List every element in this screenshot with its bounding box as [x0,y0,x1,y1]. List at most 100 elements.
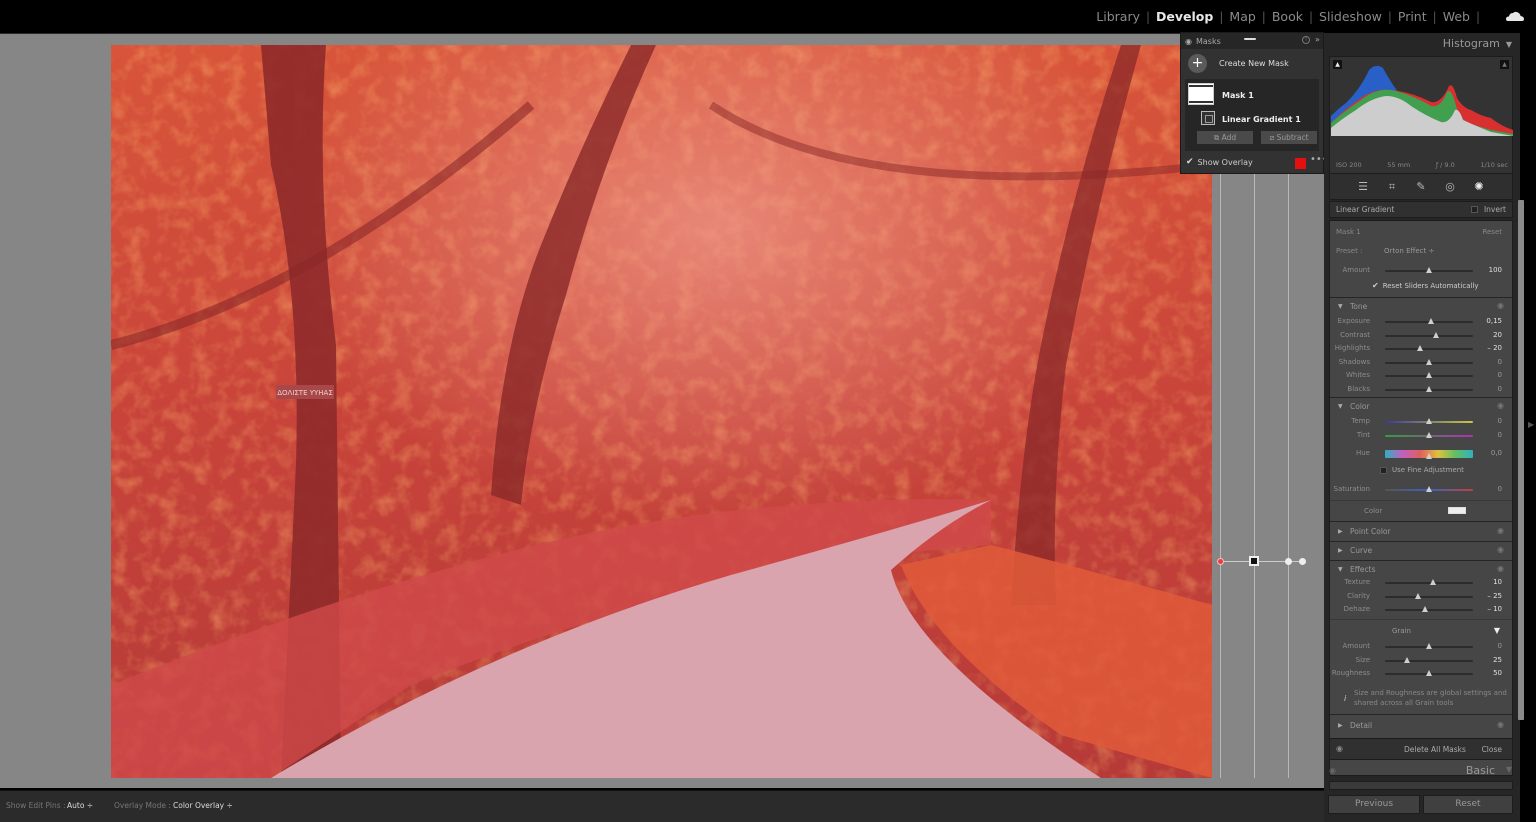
slider-value[interactable]: – 25 [1487,592,1502,600]
overlay-color-swatch[interactable] [1295,158,1306,169]
create-new-mask-button[interactable]: + Create New Mask [1181,49,1323,77]
crop-icon[interactable]: ⌗ [1386,180,1398,194]
module-library[interactable]: Library [1090,9,1146,24]
slider-value[interactable]: 0,0 [1491,449,1502,457]
expand-triangle-icon[interactable]: ▶ [1338,528,1343,535]
fine-adjustment-checkbox[interactable]: Use Fine Adjustment [1380,466,1464,474]
whites-slider[interactable]: Whites 0 [1330,369,1512,381]
eye-icon[interactable]: ◉ [1497,301,1504,310]
reset-sliders-checkbox[interactable]: ✔ Reset Sliders Automatically [1372,281,1479,290]
checkbox-checked-icon[interactable]: ✔ [1186,157,1194,167]
slider-thumb[interactable] [1415,592,1422,599]
detail-section-header[interactable]: ▶ Detail ◉ [1330,719,1512,733]
expand-triangle-icon[interactable]: ▼ [1338,566,1343,573]
hue-slider[interactable]: Hue 0,0 [1330,447,1512,459]
shadow-clipping-icon[interactable]: ▲ [1333,60,1342,69]
histogram-header[interactable]: Histogram ▼ [1443,37,1512,50]
red-eye-icon[interactable]: ◎ [1444,180,1456,193]
slider-value[interactable]: 50 [1493,669,1502,677]
mask-thumbnail[interactable] [1188,83,1214,105]
subtract-button[interactable]: ⧄ Subtract [1261,131,1317,144]
slider-thumb[interactable] [1421,606,1428,613]
slider-thumb[interactable] [1427,318,1434,324]
hue-spectrum[interactable] [1385,450,1473,459]
exposure-slider[interactable]: Exposure 0,15 [1330,315,1512,327]
slider-thumb[interactable] [1426,386,1432,392]
slider-value[interactable]: 100 [1489,266,1502,274]
contrast-slider[interactable]: Contrast 20 [1330,329,1512,341]
eye-icon[interactable]: ◉ [1497,720,1504,729]
expand-triangle-icon[interactable]: ▶ [1338,547,1343,554]
slider-thumb[interactable] [1417,345,1424,352]
slider-value[interactable]: 0 [1498,642,1502,650]
slider-thumb[interactable] [1433,331,1440,338]
reset-button[interactable]: Reset [1423,795,1513,814]
curve-section-header[interactable]: ▶ Curve ◉ [1330,544,1512,558]
slider-track[interactable] [1385,318,1473,324]
gradient-handle[interactable] [1285,558,1292,565]
checkbox-icon[interactable] [1470,206,1478,213]
masking-icon[interactable]: ✺ [1473,180,1485,193]
tone-section-header[interactable]: ▼ Tone ◉ [1330,300,1512,314]
highlights-slider[interactable]: Highlights – 20 [1330,342,1512,354]
slider-track[interactable] [1385,358,1473,365]
panel-toggle-arrow-icon[interactable]: ▶ [1528,420,1534,429]
temp-slider[interactable]: Temp 0 [1330,415,1512,427]
module-slideshow[interactable]: Slideshow [1313,9,1388,24]
slider-value[interactable]: – 10 [1487,605,1502,613]
slider-thumb[interactable] [1426,267,1432,273]
cloud-icon[interactable] [1506,11,1524,21]
amount-slider[interactable]: Amount 100 [1330,264,1512,276]
module-map[interactable]: Map [1223,9,1261,24]
slider-track[interactable] [1385,606,1473,613]
slider-thumb[interactable] [1430,579,1437,585]
module-book[interactable]: Book [1266,9,1309,24]
module-print[interactable]: Print [1392,9,1433,24]
slider-value[interactable]: 0 [1498,485,1502,493]
edit-sliders-icon[interactable]: ☰ [1357,180,1369,193]
slider-thumb[interactable] [1426,418,1432,424]
preset-dropdown[interactable]: Orton Effect ÷ [1384,247,1434,255]
slider-track[interactable] [1385,643,1473,649]
slider-value[interactable]: 20 [1493,331,1502,339]
collapse-triangle-icon[interactable]: ▼ [1506,40,1512,49]
slider-track[interactable] [1385,345,1473,352]
invert-toggle[interactable]: Invert [1470,205,1506,214]
slider-thumb[interactable] [1426,486,1432,492]
slider-thumb[interactable] [1426,372,1432,379]
eye-icon[interactable]: ◉ [1336,744,1343,753]
checkbox-icon[interactable] [1380,466,1387,474]
show-edit-pins-dropdown[interactable]: Auto ÷ [67,801,93,810]
dehaze-slider[interactable]: Dehaze – 10 [1330,603,1512,615]
slider-value[interactable]: 0 [1498,417,1502,425]
shadows-slider[interactable]: Shadows 0 [1330,356,1512,368]
slider-track[interactable] [1385,486,1473,492]
expand-triangle-icon[interactable]: ▶ [1338,722,1343,729]
slider-thumb[interactable] [1426,643,1432,649]
slider-value[interactable]: – 20 [1487,344,1502,352]
clarity-slider[interactable]: Clarity – 25 [1330,590,1512,602]
help-icon[interactable]: ! [1302,36,1310,44]
mask-component-name[interactable]: Linear Gradient 1 [1222,115,1301,124]
blacks-slider[interactable]: Blacks 0 [1330,383,1512,395]
slider-thumb[interactable] [1426,358,1432,365]
slider-track[interactable] [1385,432,1473,438]
slider-thumb[interactable] [1426,453,1432,459]
mask-name[interactable]: Mask 1 [1222,91,1254,100]
slider-value[interactable]: 0 [1498,431,1502,439]
slider-track[interactable] [1385,418,1473,424]
slider-track[interactable] [1385,386,1473,392]
delete-all-masks-button[interactable]: Delete All Masks [1404,745,1466,754]
eye-icon[interactable]: ◉ [1497,401,1504,410]
eye-icon[interactable]: ◉ [1329,766,1336,775]
basic-panel-header[interactable]: ◉ Basic ▼ [1324,763,1520,779]
slider-track[interactable] [1385,372,1473,379]
slider-value[interactable]: 0 [1498,385,1502,393]
add-button[interactable]: ⧉ Add [1197,131,1253,144]
slider-track[interactable] [1385,656,1473,663]
slider-track[interactable] [1385,331,1473,338]
drag-handle[interactable] [1244,38,1256,40]
slider-value[interactable]: 0 [1498,358,1502,366]
slider-thumb[interactable] [1426,432,1432,438]
slider-track[interactable] [1385,267,1473,273]
